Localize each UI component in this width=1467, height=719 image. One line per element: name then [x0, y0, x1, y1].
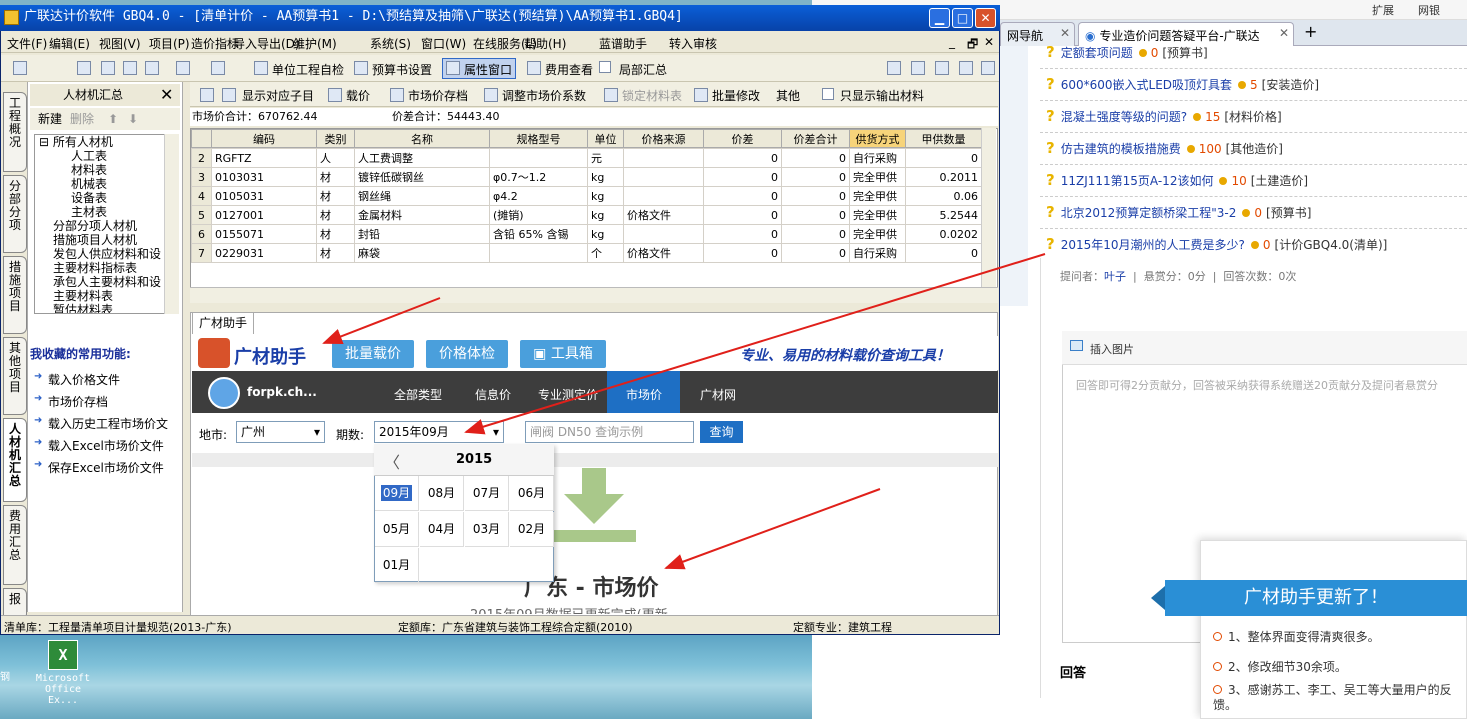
- arrow-to-period: [464, 253, 1046, 435]
- arrow-to-assistant: [322, 297, 441, 344]
- arrow-to-market: [664, 488, 881, 570]
- annotation-arrows: [322, 253, 1046, 570]
